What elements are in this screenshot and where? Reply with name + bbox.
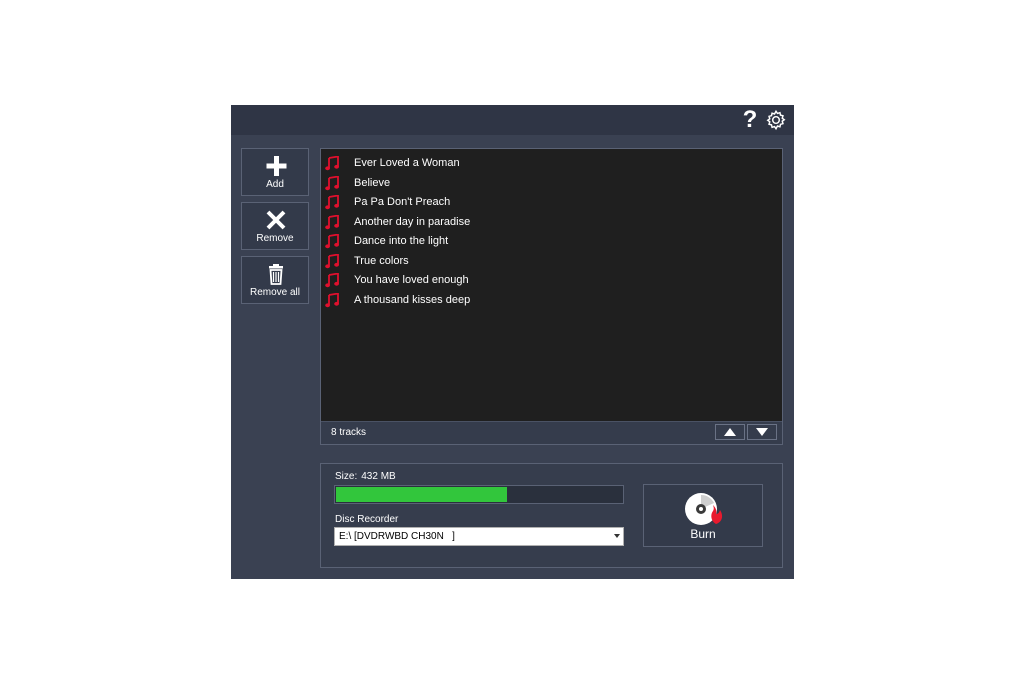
track-name: True colors xyxy=(354,254,409,267)
music-note-icon xyxy=(325,272,339,288)
track-name: Ever Loved a Woman xyxy=(354,157,460,169)
track-row[interactable]: Dance into the light xyxy=(321,232,782,251)
music-note-icon xyxy=(325,155,339,171)
size-label: Size: 432 MB xyxy=(335,471,400,482)
title-bar: ? xyxy=(231,105,794,135)
burn-button[interactable]: Burn xyxy=(643,484,763,547)
track-row[interactable]: Pa Pa Don't Preach xyxy=(321,193,782,212)
burn-panel: Size: 432 MB Disc Recorder E:\ [DVDRWBD C… xyxy=(320,463,783,568)
music-note-icon xyxy=(325,291,339,308)
music-note-icon xyxy=(325,233,339,249)
disc-recorder-label: Disc Recorder xyxy=(335,514,399,525)
size-progress-fill xyxy=(336,487,507,502)
trash-icon xyxy=(242,262,308,286)
remove-button[interactable]: Remove xyxy=(241,202,309,250)
track-name: Pa Pa Don't Preach xyxy=(354,196,451,208)
disc-recorder-select[interactable]: E:\ [DVDRWBD CH30N ] xyxy=(334,527,624,546)
disc-recorder-value: E:\ [DVDRWBD CH30N ] xyxy=(339,531,455,542)
remove-all-label: Remove all xyxy=(249,287,301,298)
gear-icon[interactable] xyxy=(765,109,787,131)
track-name: You have loved enough xyxy=(354,274,469,286)
chevron-down-icon xyxy=(614,534,620,538)
arrow-up-icon xyxy=(724,428,736,436)
remove-label: Remove xyxy=(256,233,294,244)
move-down-button[interactable] xyxy=(747,424,777,440)
move-up-button[interactable] xyxy=(715,424,745,440)
music-note-icon xyxy=(325,213,339,230)
remove-all-button[interactable]: Remove all xyxy=(241,256,309,304)
add-button[interactable]: Add xyxy=(241,148,309,196)
music-note-icon xyxy=(325,174,339,191)
track-name: Another day in paradise xyxy=(354,215,471,228)
track-row[interactable]: Believe xyxy=(321,174,782,193)
arrow-down-icon xyxy=(756,428,768,436)
music-note-icon xyxy=(325,194,339,210)
add-label: Add xyxy=(266,179,284,190)
size-prefix: Size: xyxy=(335,471,358,482)
plus-icon xyxy=(242,154,308,178)
track-row[interactable]: True colors xyxy=(321,252,782,271)
track-name: A thousand kisses deep xyxy=(354,293,471,306)
track-row[interactable]: Another day in paradise xyxy=(321,213,782,232)
track-row[interactable]: Ever Loved a Woman xyxy=(321,154,782,173)
track-name: Dance into the light xyxy=(354,235,449,247)
track-list-footer: 8 tracks xyxy=(321,421,782,444)
track-name: Believe xyxy=(354,176,391,189)
close-icon xyxy=(242,208,308,232)
track-row[interactable]: A thousand kisses deep xyxy=(321,291,782,310)
burn-label: Burn xyxy=(690,527,716,541)
size-progress-bar xyxy=(334,485,624,504)
music-note-icon xyxy=(325,252,339,269)
size-value: 432 MB xyxy=(361,471,396,482)
disc-burn-icon xyxy=(683,491,725,527)
track-count: 8 tracks xyxy=(331,427,367,438)
help-icon[interactable]: ? xyxy=(739,108,761,132)
track-list[interactable]: Ever Loved a Woman Believe Pa Pa Don't Pre… xyxy=(320,148,783,445)
burner-window: ? Add Remove Remove all Ever Loved a Wom… xyxy=(231,105,794,579)
track-row[interactable]: You have loved enough xyxy=(321,271,782,290)
